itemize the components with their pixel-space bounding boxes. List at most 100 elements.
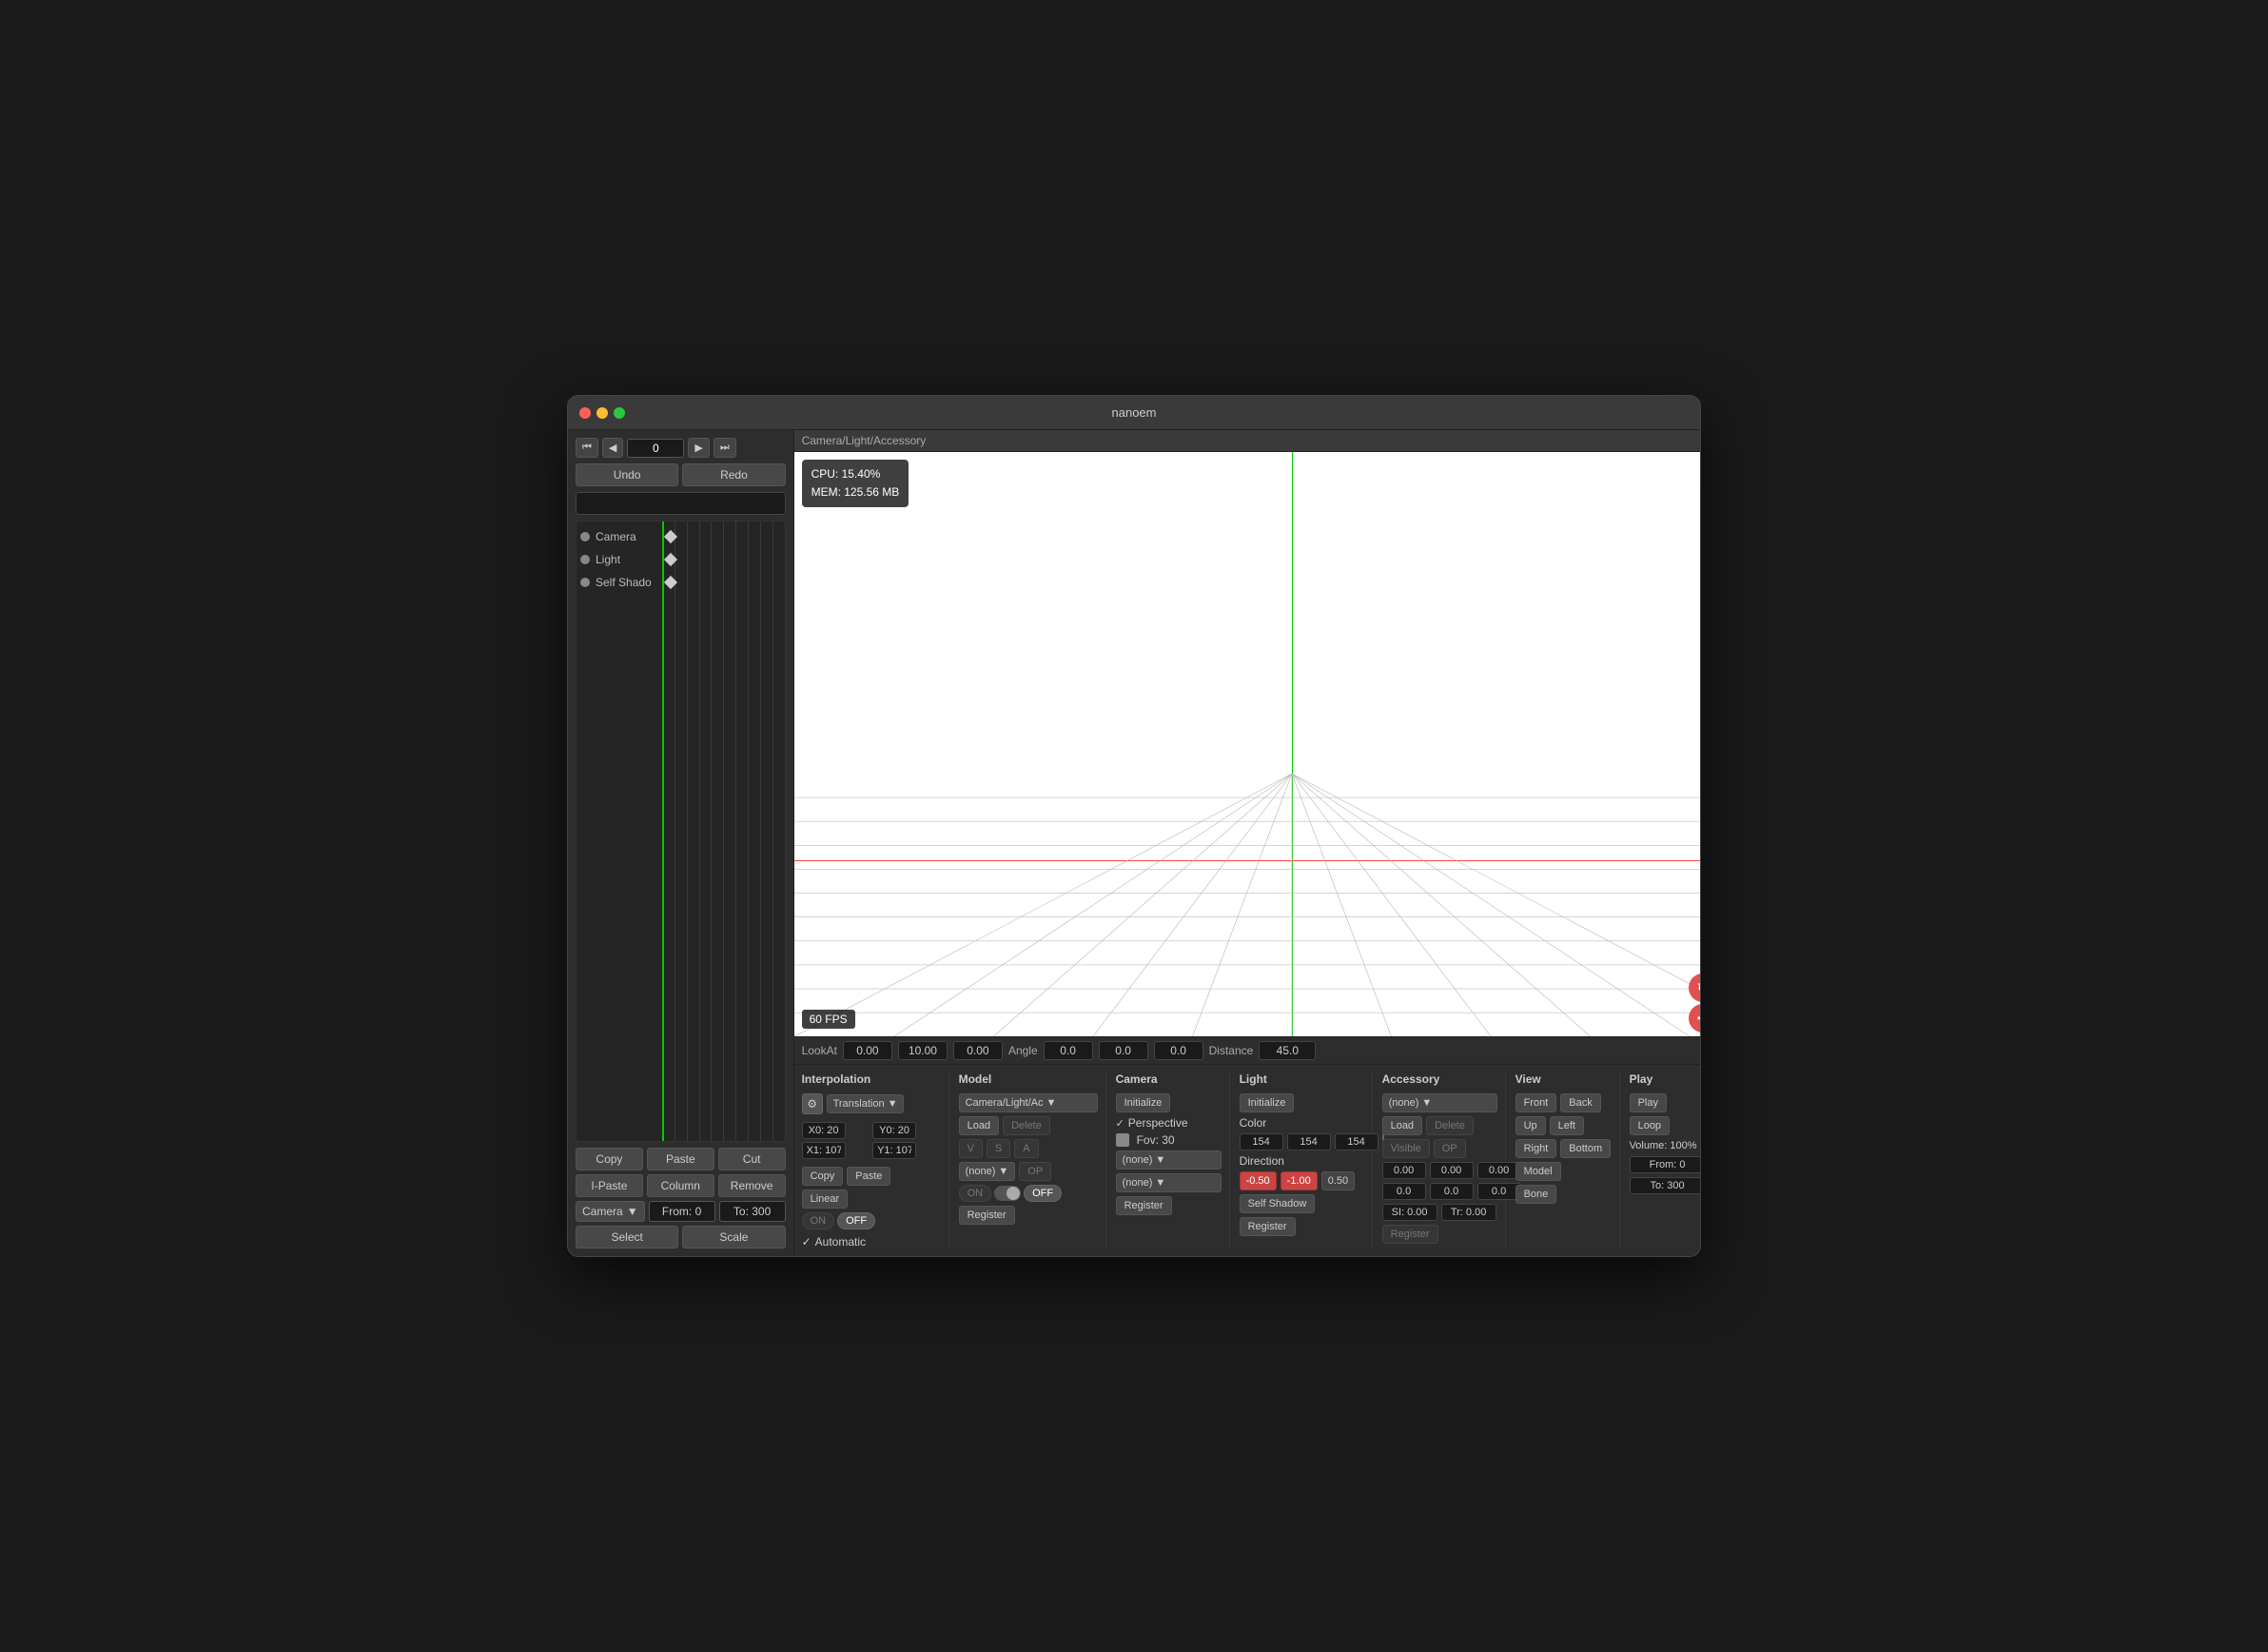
paste-button[interactable]: Paste (647, 1148, 714, 1170)
lookat-val1[interactable] (843, 1041, 892, 1060)
copy-button[interactable]: Copy (576, 1148, 643, 1170)
gear-button[interactable]: ⚙ (802, 1093, 823, 1114)
y0-input[interactable] (872, 1122, 916, 1139)
view-up-button[interactable]: Up (1515, 1116, 1546, 1135)
translation-dropdown[interactable]: Translation ▼ (827, 1094, 905, 1113)
play-to-input[interactable] (1630, 1177, 1701, 1194)
camera-initialize-button[interactable]: Initialize (1116, 1093, 1171, 1112)
lookat-val3[interactable] (953, 1041, 1003, 1060)
column-button[interactable]: Column (647, 1174, 714, 1197)
model-a-button[interactable]: A (1014, 1139, 1038, 1158)
light-g-input[interactable] (1287, 1133, 1331, 1150)
model-op-button[interactable]: OP (1019, 1162, 1051, 1181)
interp-linear-row: Linear (802, 1190, 941, 1209)
camera-dropdown[interactable]: Camera ▼ (576, 1201, 645, 1222)
loop-button[interactable]: Loop (1630, 1116, 1670, 1135)
fast-forward-button[interactable]: ⏭ (714, 438, 736, 458)
light-direction-label: Direction (1240, 1154, 1284, 1168)
light-b-input[interactable] (1335, 1133, 1378, 1150)
acc-val5[interactable] (1430, 1183, 1474, 1200)
acc-val1[interactable] (1382, 1162, 1426, 1179)
angle-val2[interactable] (1099, 1041, 1148, 1060)
camera-register-button[interactable]: Register (1116, 1196, 1172, 1215)
light-color-row (1240, 1133, 1364, 1150)
ipaste-button[interactable]: I-Paste (576, 1174, 643, 1197)
prev-button[interactable]: ◀ (602, 438, 623, 458)
undo-button[interactable]: Undo (576, 463, 678, 486)
model-load-button[interactable]: Load (959, 1116, 999, 1135)
view-front-button[interactable]: Front (1515, 1093, 1557, 1112)
view-left-button[interactable]: Left (1550, 1116, 1584, 1135)
accessory-load-button[interactable]: Load (1382, 1116, 1422, 1135)
remove-button[interactable]: Remove (718, 1174, 786, 1197)
redo-button[interactable]: Redo (682, 463, 785, 486)
linear-button[interactable]: Linear (802, 1190, 849, 1209)
interp-copy-button[interactable]: Copy (802, 1167, 844, 1186)
model-register-button[interactable]: Register (959, 1206, 1015, 1225)
model-panel: Model Camera/Light/Ac ▼ Load Delete V S (959, 1072, 1106, 1249)
off-button[interactable]: OFF (837, 1212, 875, 1229)
accessory-none-arrow: ▼ (1421, 1097, 1432, 1109)
model-s-button[interactable]: S (987, 1139, 1010, 1158)
view-bottom-button[interactable]: Bottom (1560, 1139, 1611, 1158)
model-on-button[interactable]: ON (959, 1185, 992, 1202)
light-initialize-button[interactable]: Initialize (1240, 1093, 1295, 1112)
viewport-container[interactable]: CPU: 15.40% MEM: 125.56 MB 60 FPS 🔍 ✚ Lo… (794, 452, 1701, 1036)
model-none-arrow: ▼ (998, 1166, 1008, 1177)
camera-init-row: Initialize (1116, 1093, 1222, 1112)
distance-val[interactable] (1259, 1041, 1316, 1060)
play-button[interactable]: ▶ (688, 438, 709, 458)
view-right-button[interactable]: Right (1515, 1139, 1557, 1158)
acc-val2[interactable] (1430, 1162, 1474, 1179)
close-button[interactable] (579, 407, 591, 419)
camera-title: Camera (1116, 1072, 1222, 1086)
on-button[interactable]: ON (802, 1212, 835, 1229)
angle-val1[interactable] (1044, 1041, 1093, 1060)
acc-val4[interactable] (1382, 1183, 1426, 1200)
camera-none1-dropdown[interactable]: (none) ▼ (1116, 1150, 1222, 1170)
translate-x-button[interactable]: ✚ (1689, 1004, 1701, 1032)
view-back-button[interactable]: Back (1560, 1093, 1600, 1112)
model-v-button[interactable]: V (959, 1139, 983, 1158)
light-r-input[interactable] (1240, 1133, 1283, 1150)
accessory-load-delete-row: Load Delete (1382, 1116, 1497, 1135)
x0-input[interactable] (802, 1122, 846, 1139)
play-play-button[interactable]: Play (1630, 1093, 1667, 1112)
model-none-dropdown[interactable]: (none) ▼ (959, 1162, 1016, 1181)
acc-si[interactable] (1382, 1204, 1437, 1221)
angle-val3[interactable] (1154, 1041, 1203, 1060)
model-toggle[interactable] (994, 1186, 1021, 1201)
left-panel: ⏮ ◀ ▶ ⏭ Undo Redo (568, 430, 794, 1256)
lookat-val2[interactable] (898, 1041, 948, 1060)
minimize-button[interactable] (596, 407, 608, 419)
model-off-button[interactable]: OFF (1024, 1185, 1062, 1202)
maximize-button[interactable] (614, 407, 625, 419)
rotate-x-button[interactable]: ↻ (1689, 974, 1701, 1002)
y1-input[interactable] (872, 1142, 916, 1159)
play-from-input[interactable] (1630, 1156, 1701, 1173)
select-button[interactable]: Select (576, 1226, 678, 1249)
automatic-check: ✓ (802, 1235, 811, 1249)
camera-none2-dropdown[interactable]: (none) ▼ (1116, 1173, 1222, 1192)
to-input[interactable] (719, 1201, 786, 1222)
rewind-button[interactable]: ⏮ (576, 438, 598, 458)
from-input[interactable] (649, 1201, 715, 1222)
frame-input[interactable] (627, 439, 684, 458)
on-off-toggle: ON OFF (802, 1212, 941, 1229)
light-dy-value[interactable]: -1.00 (1281, 1171, 1318, 1190)
self-shadow-button[interactable]: Self Shadow (1240, 1194, 1316, 1213)
cut-button[interactable]: Cut (718, 1148, 786, 1170)
light-dz-value[interactable]: 0.50 (1321, 1171, 1355, 1190)
light-register-button[interactable]: Register (1240, 1217, 1296, 1236)
scale-button[interactable]: Scale (682, 1226, 785, 1249)
x1-input[interactable] (802, 1142, 846, 1159)
interp-paste-button[interactable]: Paste (847, 1167, 890, 1186)
light-dx-value[interactable]: -0.50 (1240, 1171, 1277, 1190)
accessory-visible-button: Visible (1382, 1139, 1430, 1158)
accessory-none-dropdown[interactable]: (none) ▼ (1382, 1093, 1497, 1112)
search-box[interactable] (576, 492, 786, 515)
view-bone-button[interactable]: Bone (1515, 1185, 1557, 1204)
model-dropdown[interactable]: Camera/Light/Ac ▼ (959, 1093, 1098, 1112)
acc-tr[interactable] (1441, 1204, 1496, 1221)
view-model-button[interactable]: Model (1515, 1162, 1561, 1181)
